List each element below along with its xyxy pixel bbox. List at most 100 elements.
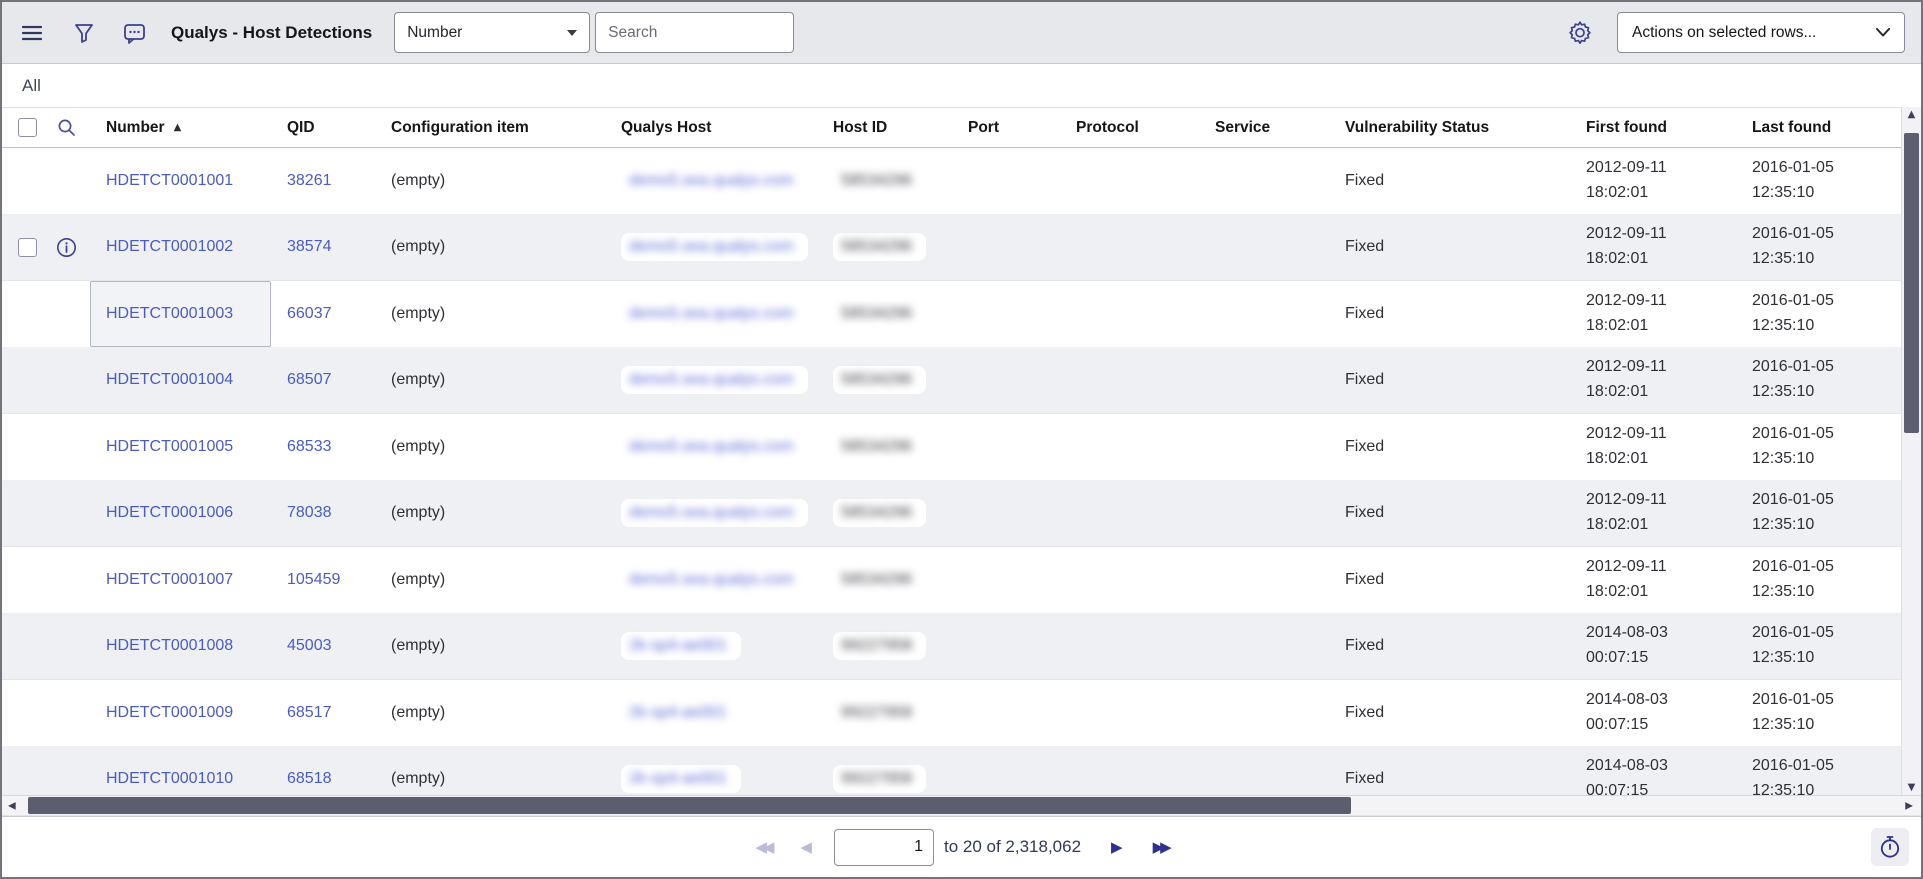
column-header-last-found[interactable]: Last found — [1736, 119, 1901, 137]
qid-link[interactable]: 66037 — [287, 305, 332, 323]
host-id-cell: 99227958 — [817, 614, 952, 680]
qid-link[interactable]: 68533 — [287, 438, 332, 456]
record-link[interactable]: HDETCT0001005 — [106, 438, 233, 456]
row-info-cell — [42, 481, 90, 547]
hamburger-menu-icon[interactable] — [20, 21, 44, 45]
column-header-vulnerability-status[interactable]: Vulnerability Status — [1329, 119, 1570, 137]
qid-link[interactable]: 38574 — [287, 238, 332, 256]
host-id-cell: 58534296 — [817, 547, 952, 613]
page-number-input[interactable] — [833, 828, 934, 866]
previous-page-button[interactable]: ◀ — [800, 838, 811, 856]
column-header-number[interactable]: Number ▲ — [90, 119, 271, 137]
qid-link[interactable]: 45003 — [287, 637, 332, 655]
record-link[interactable]: HDETCT0001003 — [106, 305, 233, 323]
horizontal-scrollbar[interactable]: ◀ ▶ — [2, 795, 1921, 816]
breadcrumb[interactable]: All — [22, 76, 41, 96]
search-input[interactable] — [595, 12, 795, 53]
record-number-cell: HDETCT0001009 — [90, 680, 271, 746]
vertical-scrollbar[interactable]: ▲ ▼ — [1901, 107, 1921, 795]
row-checkbox[interactable] — [18, 237, 37, 257]
record-link[interactable]: HDETCT0001010 — [106, 770, 233, 788]
first-found-cell: 2012-09-11 18:02:01 — [1586, 291, 1667, 334]
scroll-up-icon[interactable]: ▲ — [1902, 109, 1921, 120]
qid-link[interactable]: 68507 — [287, 371, 332, 389]
qid-cell: 68517 — [271, 680, 375, 746]
service-cell — [1199, 414, 1329, 480]
qid-link[interactable]: 38261 — [287, 172, 332, 190]
select-all-checkbox[interactable] — [18, 118, 37, 137]
table-row[interactable]: HDETCT0001009 68517 (empty) 2k-sp4-ae001… — [2, 680, 1901, 747]
qid-link[interactable]: 68518 — [287, 770, 332, 788]
redacted-qualys-host[interactable]: demo5.sea.qualys.com — [621, 166, 808, 195]
column-header-configuration-item[interactable]: Configuration item — [375, 119, 605, 137]
info-icon[interactable] — [56, 237, 77, 258]
qid-link[interactable]: 68517 — [287, 704, 332, 722]
host-id-cell: 99227958 — [817, 747, 952, 796]
redacted-qualys-host[interactable]: 2k-sp4-ae001 — [621, 698, 741, 727]
response-time-button[interactable] — [1871, 828, 1909, 866]
redacted-qualys-host[interactable]: demo5.sea.qualys.com — [621, 565, 808, 594]
qid-link[interactable]: 105459 — [287, 571, 340, 589]
first-found-cell: 2014-08-03 00:07:15 — [1586, 757, 1668, 795]
qid-cell: 45003 — [271, 614, 375, 680]
column-header-qualys-host[interactable]: Qualys Host — [605, 119, 817, 137]
record-link[interactable]: HDETCT0001006 — [106, 504, 233, 522]
vulnerability-status-cell: Fixed — [1345, 437, 1385, 455]
scroll-left-icon[interactable]: ◀ — [8, 800, 16, 811]
scroll-down-icon[interactable]: ▼ — [1902, 782, 1921, 793]
redacted-qualys-host[interactable]: 2k-sp4-ae001 — [621, 632, 741, 661]
vertical-scrollbar-thumb[interactable] — [1904, 133, 1919, 433]
last-page-button[interactable]: ▶▶ — [1153, 838, 1172, 856]
table-row[interactable]: HDETCT0001008 45003 (empty) 2k-sp4-ae001… — [2, 613, 1901, 680]
column-header-host-id[interactable]: Host ID — [817, 119, 952, 137]
table-row[interactable]: HDETCT0001005 68533 (empty) demo5.sea.qu… — [2, 414, 1901, 481]
record-link[interactable]: HDETCT0001001 — [106, 172, 233, 190]
actions-dropdown[interactable]: Actions on selected rows... — [1617, 12, 1905, 53]
redacted-qualys-host[interactable]: 2k-sp4-ae001 — [621, 765, 741, 794]
record-link[interactable]: HDETCT0001007 — [106, 571, 233, 589]
qualys-host-cell: demo5.sea.qualys.com — [605, 215, 817, 281]
vulnerability-status-cell: Fixed — [1345, 770, 1385, 788]
next-page-button[interactable]: ▶ — [1111, 838, 1122, 856]
column-header-service[interactable]: Service — [1199, 119, 1329, 137]
first-page-button[interactable]: ◀◀ — [755, 838, 774, 856]
redacted-host-id: 99227958 — [833, 698, 927, 727]
chat-bubble-icon[interactable] — [122, 21, 147, 45]
horizontal-scrollbar-thumb[interactable] — [28, 797, 1351, 814]
gear-icon[interactable] — [1567, 20, 1593, 46]
filter-funnel-icon[interactable] — [72, 21, 96, 45]
table-row[interactable]: HDETCT0001001 38261 (empty) demo5.sea.qu… — [2, 148, 1901, 215]
table-row[interactable]: HDETCT0001004 68507 (empty) demo5.sea.qu… — [2, 347, 1901, 414]
table-row[interactable]: HDETCT0001006 78038 (empty) demo5.sea.qu… — [2, 480, 1901, 547]
record-link[interactable]: HDETCT0001004 — [106, 371, 233, 389]
service-cell — [1199, 348, 1329, 414]
table-row[interactable]: HDETCT0001007 105459 (empty) demo5.sea.q… — [2, 547, 1901, 614]
scroll-right-icon[interactable]: ▶ — [1905, 800, 1913, 811]
qid-link[interactable]: 78038 — [287, 504, 332, 522]
column-header-protocol[interactable]: Protocol — [1060, 119, 1199, 137]
configuration-item-cell: (empty) — [391, 371, 446, 389]
protocol-cell — [1060, 348, 1199, 414]
record-link[interactable]: HDETCT0001009 — [106, 704, 233, 722]
record-link[interactable]: HDETCT0001008 — [106, 637, 233, 655]
search-field-selector[interactable]: Number — [394, 12, 591, 53]
redacted-qualys-host[interactable]: demo5.sea.qualys.com — [621, 233, 808, 262]
record-link[interactable]: HDETCT0001002 — [106, 238, 233, 256]
column-header-qid[interactable]: QID — [271, 119, 375, 137]
configuration-item-cell: (empty) — [391, 770, 446, 788]
column-header-first-found[interactable]: First found — [1570, 119, 1736, 137]
redacted-qualys-host[interactable]: demo5.sea.qualys.com — [621, 299, 808, 328]
row-info-cell — [42, 148, 90, 214]
table-row[interactable]: HDETCT0001002 38574 (empty) demo5.sea.qu… — [2, 214, 1901, 281]
redacted-qualys-host[interactable]: demo5.sea.qualys.com — [621, 499, 808, 528]
table-row[interactable]: HDETCT0001010 68518 (empty) 2k-sp4-ae001… — [2, 746, 1901, 796]
vulnerability-status-cell: Fixed — [1345, 238, 1385, 256]
search-icon[interactable] — [57, 118, 76, 137]
redacted-qualys-host[interactable]: demo5.sea.qualys.com — [621, 432, 808, 461]
table-row[interactable]: HDETCT0001003 66037 (empty) demo5.sea.qu… — [2, 281, 1901, 348]
last-found-cell: 2016-01-05 12:35:10 — [1752, 225, 1834, 268]
redacted-qualys-host[interactable]: demo5.sea.qualys.com — [621, 366, 808, 395]
column-header-port[interactable]: Port — [952, 119, 1060, 137]
record-number-cell: HDETCT0001003 — [90, 281, 271, 347]
port-cell — [952, 148, 1060, 214]
